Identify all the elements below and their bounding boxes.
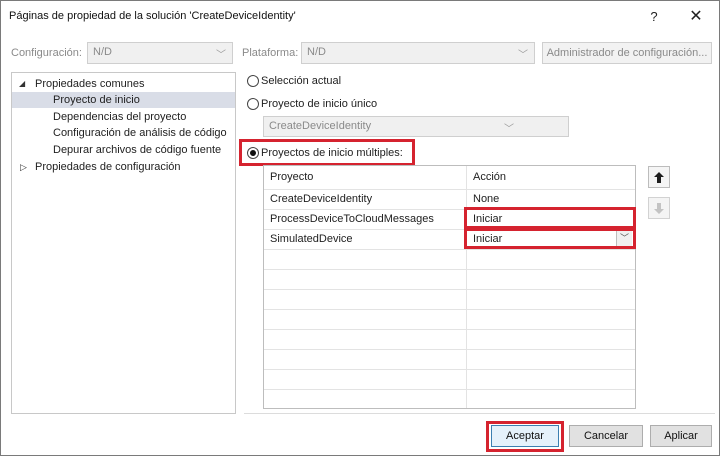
arrow-down-icon	[654, 203, 664, 214]
configuration-label: Configuración:	[11, 47, 82, 59]
project-name: SimulatedDevice	[270, 233, 353, 245]
close-button[interactable]: ✕	[681, 6, 711, 28]
tree-item-debug-source-files[interactable]: Depurar archivos de código fuente	[12, 142, 235, 158]
table-row-empty	[264, 329, 635, 350]
radio-multiple-startup-label: Proyectos de inicio múltiples:	[261, 147, 403, 159]
configuration-manager-button[interactable]: Administrador de configuración...	[542, 42, 712, 64]
platform-label: Plataforma:	[242, 47, 299, 59]
radio-current-selection-label: Selección actual	[261, 75, 342, 87]
table-row-empty	[264, 389, 635, 409]
header-project: Proyecto	[270, 171, 314, 183]
move-up-button[interactable]	[648, 166, 670, 188]
tree-item-configuration-properties[interactable]: ▷ Propiedades de configuración	[12, 159, 235, 175]
title-bar: Páginas de propiedad de la solución 'Cre…	[1, 1, 720, 31]
table-row-empty	[264, 349, 635, 370]
arrow-up-icon	[654, 172, 664, 183]
tree-item-label: Propiedades comunes	[35, 78, 145, 90]
radio-single-startup[interactable]	[247, 98, 259, 110]
tree-item-project-dependencies[interactable]: Dependencias del proyecto	[12, 109, 235, 125]
platform-combo[interactable]: N/D ﹀	[301, 42, 535, 64]
header-action: Acción	[473, 171, 507, 183]
radio-single-startup-label: Proyecto de inicio único	[261, 98, 378, 110]
tree-item-common-properties[interactable]: ◢ Propiedades comunes	[12, 76, 235, 92]
single-startup-combo[interactable]: CreateDeviceIdentity ﹀	[263, 116, 569, 137]
highlight-action-process	[464, 207, 636, 229]
table-row-empty	[264, 369, 635, 390]
chevron-down-icon[interactable]: ﹀	[616, 231, 632, 246]
tree-item-label: Proyecto de inicio	[53, 94, 140, 106]
table-row-empty	[264, 269, 635, 290]
expanded-triangle-icon[interactable]: ◢	[19, 76, 25, 92]
collapsed-triangle-icon[interactable]: ▷	[20, 159, 27, 175]
cancel-button[interactable]: Cancelar	[569, 425, 643, 447]
radio-current-selection[interactable]	[247, 75, 259, 87]
grid-header-row: Proyecto Acción	[264, 166, 635, 190]
single-startup-value: CreateDeviceIdentity	[269, 120, 372, 132]
table-row-empty	[264, 249, 635, 270]
project-name: ProcessDeviceToCloudMessages	[270, 213, 434, 225]
property-pages-dialog: Páginas de propiedad de la solución 'Cre…	[0, 0, 720, 456]
move-down-button[interactable]	[648, 197, 670, 219]
chevron-down-icon: ﹀	[216, 50, 226, 61]
footer-separator	[244, 413, 715, 414]
ok-button[interactable]: Aceptar	[491, 425, 559, 447]
platform-value: N/D	[307, 46, 326, 58]
tree-item-code-analysis[interactable]: Configuración de análisis de código	[12, 125, 235, 141]
table-row-empty	[264, 309, 635, 330]
chevron-down-icon: ﹀	[504, 124, 514, 135]
tree-item-label: Configuración de análisis de código	[53, 127, 227, 139]
tree-item-label: Dependencias del proyecto	[53, 111, 187, 123]
tree-item-startup-project[interactable]: Proyecto de inicio	[12, 92, 235, 108]
configuration-value: N/D	[93, 46, 112, 58]
apply-button[interactable]: Aplicar	[650, 425, 712, 447]
tree-item-label: Depurar archivos de código fuente	[53, 144, 222, 156]
table-row-empty	[264, 289, 635, 310]
window-title: Páginas de propiedad de la solución 'Cre…	[9, 10, 296, 22]
project-action[interactable]: None	[473, 189, 499, 209]
project-name: CreateDeviceIdentity	[270, 193, 373, 205]
radio-multiple-startup[interactable]	[247, 147, 259, 159]
highlight-action-simulated	[464, 228, 636, 249]
startup-projects-grid: Proyecto Acción CreateDeviceIdentity Non…	[263, 165, 636, 409]
category-tree: ◢ Propiedades comunes Proyecto de inicio…	[11, 72, 236, 414]
chevron-down-icon: ﹀	[518, 50, 528, 61]
configuration-combo[interactable]: N/D ﹀	[87, 42, 233, 64]
tree-item-label: Propiedades de configuración	[35, 161, 181, 173]
help-button[interactable]: ?	[641, 7, 667, 27]
